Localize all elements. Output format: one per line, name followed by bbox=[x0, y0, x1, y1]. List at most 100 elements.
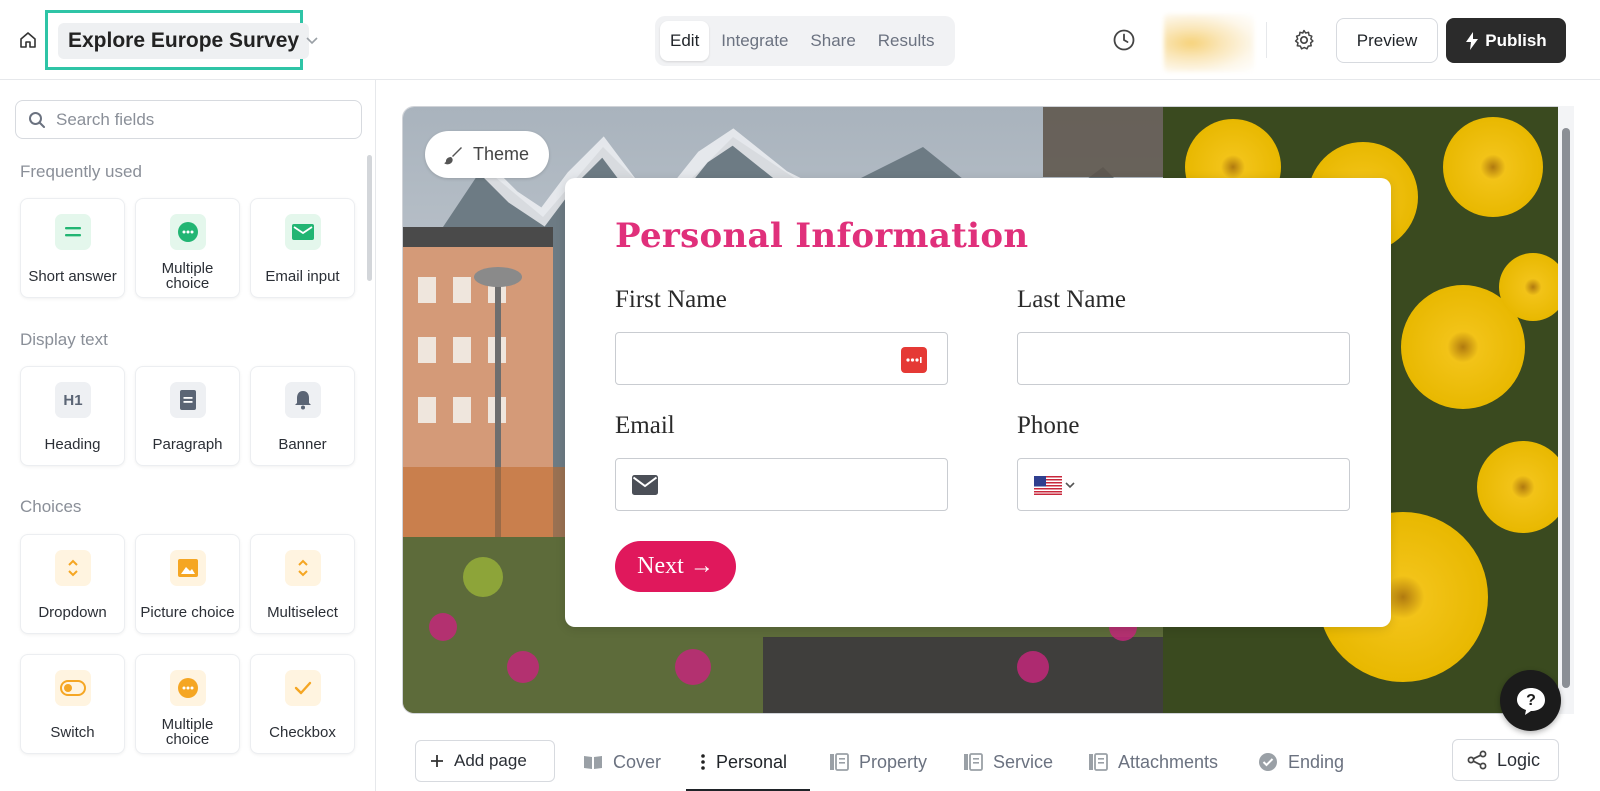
section-title-choices: Choices bbox=[20, 497, 82, 516]
tile-label: Picture choice bbox=[140, 603, 235, 621]
field-tile-dropdown[interactable]: Dropdown bbox=[20, 534, 125, 634]
tile-label: Checkbox bbox=[269, 723, 336, 741]
field-tile-switch[interactable]: Switch bbox=[20, 654, 125, 754]
question-bubble-icon: ? bbox=[1516, 687, 1545, 715]
field-tile-heading[interactable]: H1 Heading bbox=[20, 366, 125, 466]
page-tab-property[interactable]: Property bbox=[829, 748, 927, 776]
top-bar: Explore Europe Survey Edit Integrate Sha… bbox=[0, 0, 1600, 80]
search-box bbox=[15, 100, 362, 139]
page-tab-label: Personal bbox=[716, 751, 788, 772]
book-icon bbox=[584, 756, 602, 769]
field-tile-picture-choice[interactable]: Picture choice bbox=[135, 534, 240, 634]
field-tile-multiple-choice[interactable]: Multiple choice bbox=[135, 198, 240, 298]
field-tile-multiselect[interactable]: Multiselect bbox=[250, 534, 355, 634]
logic-label: Logic bbox=[1497, 749, 1541, 770]
preview-button[interactable]: Preview bbox=[1336, 18, 1438, 63]
tile-label: Heading bbox=[44, 435, 101, 453]
tile-label: Short answer bbox=[28, 267, 117, 285]
page-tab-label: Cover bbox=[613, 751, 662, 772]
check-circle-icon bbox=[1259, 753, 1277, 771]
sidebar-scrollbar[interactable] bbox=[367, 155, 372, 281]
form-page-icon bbox=[964, 753, 983, 771]
password-manager-icon[interactable] bbox=[901, 347, 927, 373]
lightning-icon bbox=[1466, 31, 1479, 50]
share-nodes-icon bbox=[1467, 750, 1487, 770]
add-page-label: Add page bbox=[454, 751, 527, 770]
section-title-display-text: Display text bbox=[20, 330, 108, 349]
bell-icon bbox=[285, 382, 321, 418]
tab-results[interactable]: Results bbox=[868, 21, 945, 61]
add-page-button[interactable]: Add page bbox=[415, 740, 555, 782]
field-tile-checkbox[interactable]: Checkbox bbox=[250, 654, 355, 754]
publish-button[interactable]: Publish bbox=[1446, 18, 1566, 63]
form-title-highlight: Explore Europe Survey bbox=[45, 10, 310, 70]
next-button[interactable]: Next → bbox=[615, 541, 736, 592]
page-tab-personal[interactable]: Personal bbox=[700, 748, 787, 776]
svg-text:?: ? bbox=[1526, 692, 1536, 709]
tab-edit[interactable]: Edit bbox=[660, 21, 710, 61]
page-tab-attachments[interactable]: Attachments bbox=[1088, 748, 1218, 776]
plus-icon bbox=[431, 755, 443, 767]
updown-chevron-icon bbox=[285, 550, 321, 586]
search-input[interactable] bbox=[56, 101, 356, 138]
page-tab-label: Attachments bbox=[1118, 751, 1219, 772]
tile-label: Multiselect bbox=[267, 603, 338, 621]
field-tile-multiple-choice-2[interactable]: Multiple choice bbox=[135, 654, 240, 754]
history-clock-icon[interactable] bbox=[1112, 28, 1136, 52]
tile-label: Paragraph bbox=[152, 435, 223, 453]
theme-label: Theme bbox=[473, 144, 530, 164]
avatar[interactable] bbox=[1164, 14, 1254, 72]
page-tab-label: Service bbox=[993, 751, 1054, 772]
form-page-icon bbox=[1089, 753, 1108, 771]
label-last-name: Last Name bbox=[1017, 286, 1126, 313]
document-icon bbox=[170, 382, 206, 418]
image-icon bbox=[170, 550, 206, 586]
page-tab-label: Property bbox=[859, 751, 928, 772]
gear-icon[interactable] bbox=[1292, 28, 1316, 52]
updown-chevron-icon bbox=[55, 550, 91, 586]
home-icon[interactable] bbox=[18, 30, 38, 50]
first-name-input[interactable] bbox=[615, 332, 948, 385]
mode-tabs: Edit Integrate Share Results bbox=[655, 16, 955, 66]
tile-label: Multiple choice bbox=[161, 260, 214, 292]
help-chat-button[interactable]: ? bbox=[1500, 670, 1561, 731]
form-title[interactable]: Explore Europe Survey bbox=[58, 23, 310, 59]
form-page-icon bbox=[830, 753, 849, 771]
chevron-down-icon[interactable] bbox=[1064, 479, 1076, 491]
check-icon bbox=[285, 670, 321, 706]
publish-label: Publish bbox=[1485, 30, 1547, 50]
last-name-input[interactable] bbox=[1017, 332, 1350, 385]
paintbrush-icon bbox=[444, 146, 462, 164]
field-tile-email-input[interactable]: Email input bbox=[250, 198, 355, 298]
canvas-scrollbar[interactable] bbox=[1558, 106, 1574, 714]
equals-icon bbox=[55, 214, 91, 250]
us-flag-icon[interactable] bbox=[1034, 476, 1062, 495]
card-title: Personal Information bbox=[615, 216, 1029, 256]
tile-label: Banner bbox=[278, 435, 327, 453]
field-tile-short-answer[interactable]: Short answer bbox=[20, 198, 125, 298]
page-tab-label: Ending bbox=[1288, 751, 1345, 772]
tile-label: Switch bbox=[50, 723, 95, 741]
tile-label: Email input bbox=[265, 267, 340, 285]
drag-handle-icon bbox=[701, 754, 705, 770]
tab-integrate[interactable]: Integrate bbox=[711, 21, 798, 61]
tile-label: Dropdown bbox=[38, 603, 107, 621]
field-tile-paragraph[interactable]: Paragraph bbox=[135, 366, 240, 466]
page-tab-cover[interactable]: Cover bbox=[583, 748, 661, 776]
logic-button[interactable]: Logic bbox=[1452, 739, 1559, 781]
label-first-name: First Name bbox=[615, 286, 727, 313]
phone-input[interactable] bbox=[1017, 458, 1350, 511]
tab-share[interactable]: Share bbox=[800, 21, 865, 61]
email-input[interactable] bbox=[615, 458, 948, 511]
dots-circle-icon bbox=[170, 670, 206, 706]
tile-label: Multiple choice bbox=[161, 716, 214, 748]
scroll-thumb[interactable] bbox=[1562, 128, 1570, 688]
theme-button[interactable]: Theme bbox=[425, 131, 549, 178]
label-email: Email bbox=[615, 412, 675, 439]
label-phone: Phone bbox=[1017, 412, 1080, 439]
field-tile-banner[interactable]: Banner bbox=[250, 366, 355, 466]
divider bbox=[1266, 22, 1267, 58]
page-tab-ending[interactable]: Ending bbox=[1258, 748, 1344, 776]
chevron-down-icon[interactable] bbox=[302, 30, 322, 50]
page-tab-service[interactable]: Service bbox=[963, 748, 1053, 776]
